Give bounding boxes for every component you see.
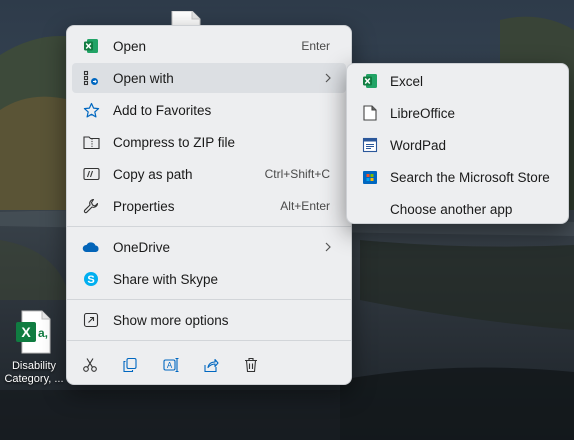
libreoffice-icon xyxy=(361,104,379,122)
menu-item-label: Show more options xyxy=(113,312,229,328)
menu-item-compress-zip[interactable]: Compress to ZIP file xyxy=(72,127,346,157)
menu-item-shortcut: Alt+Enter xyxy=(280,199,330,213)
menu-separator xyxy=(67,226,351,227)
more-options-icon xyxy=(82,311,100,329)
wrench-icon xyxy=(82,197,100,215)
context-menu: Open Enter Open with Add to Favorites Co… xyxy=(66,25,352,385)
menu-item-label: OneDrive xyxy=(113,239,171,255)
skype-icon: S xyxy=(82,270,100,288)
submenu-item-wordpad[interactable]: WordPad xyxy=(352,130,563,160)
menu-item-label: Share with Skype xyxy=(113,271,219,287)
menu-item-onedrive[interactable]: OneDrive xyxy=(72,232,346,262)
excel-file-glyph-suffix: a, xyxy=(38,326,48,340)
zip-folder-icon xyxy=(82,133,100,151)
chevron-right-icon xyxy=(324,73,332,83)
svg-text:S: S xyxy=(87,274,94,286)
cut-icon[interactable] xyxy=(76,352,104,378)
menu-separator xyxy=(67,299,351,300)
menu-item-label: Compress to ZIP file xyxy=(113,134,236,150)
menu-item-open[interactable]: Open Enter xyxy=(72,31,346,61)
submenu-item-label: LibreOffice xyxy=(390,105,456,121)
copy-icon[interactable] xyxy=(116,352,144,378)
menu-item-shortcut: Ctrl+Shift+C xyxy=(264,167,330,181)
empty-icon-slot xyxy=(361,200,379,218)
menu-item-share-skype[interactable]: S Share with Skype xyxy=(72,264,346,294)
microsoft-store-icon xyxy=(361,168,379,186)
menu-item-label: Open with xyxy=(113,70,174,86)
submenu-item-libreoffice[interactable]: LibreOffice xyxy=(352,98,563,128)
menu-item-label: Open xyxy=(113,38,147,54)
submenu-item-label: Choose another app xyxy=(390,201,513,217)
desktop-file-caption: Disability Category, ... xyxy=(0,360,68,386)
copy-path-icon xyxy=(82,165,100,183)
menu-item-label: Add to Favorites xyxy=(113,102,212,118)
menu-item-label: Copy as path xyxy=(113,166,193,182)
excel-file-glyph: X xyxy=(21,324,31,340)
menu-item-open-with[interactable]: Open with xyxy=(72,63,346,93)
open-with-icon xyxy=(82,69,100,87)
submenu-item-choose-another-app[interactable]: Choose another app xyxy=(352,194,563,224)
submenu-item-label: Excel xyxy=(390,73,424,89)
submenu-item-microsoft-store[interactable]: Search the Microsoft Store xyxy=(352,162,563,192)
excel-icon xyxy=(82,37,100,55)
rename-icon[interactable]: A xyxy=(157,352,185,378)
submenu-item-label: Search the Microsoft Store xyxy=(390,169,550,185)
excel-file-icon: X a, xyxy=(16,310,52,354)
wordpad-icon xyxy=(361,136,379,154)
submenu-item-label: WordPad xyxy=(390,137,447,153)
svg-text:A: A xyxy=(166,361,172,370)
excel-icon xyxy=(361,72,379,90)
delete-icon[interactable] xyxy=(237,352,265,378)
submenu-item-excel[interactable]: Excel xyxy=(352,66,563,96)
open-with-submenu: Excel LibreOffice WordPad Search the Mic… xyxy=(346,63,569,224)
caption-line-2: Category, ... xyxy=(4,373,64,385)
menu-item-shortcut: Enter xyxy=(301,39,330,53)
menu-item-properties[interactable]: Properties Alt+Enter xyxy=(72,191,346,221)
menu-separator xyxy=(67,340,351,341)
star-icon xyxy=(82,101,100,119)
menu-item-label: Properties xyxy=(113,198,175,214)
caption-line-1: Disability xyxy=(11,360,56,372)
menu-item-copy-as-path[interactable]: Copy as path Ctrl+Shift+C xyxy=(72,159,346,189)
share-icon[interactable] xyxy=(197,352,225,378)
menu-item-add-to-favorites[interactable]: Add to Favorites xyxy=(72,95,346,125)
desktop-file-icon[interactable]: X a, Disability Category, ... xyxy=(0,310,68,386)
menu-item-show-more-options[interactable]: Show more options xyxy=(72,305,346,335)
chevron-right-icon xyxy=(324,242,332,252)
onedrive-cloud-icon xyxy=(82,238,100,256)
